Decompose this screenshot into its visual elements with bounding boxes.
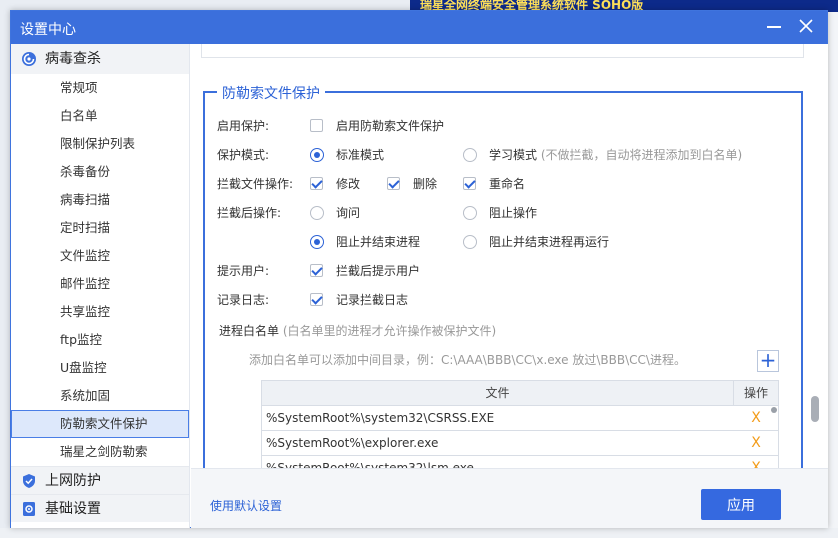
row-path: %SystemRoot%\explorer.exe	[266, 436, 439, 450]
checkbox-box	[463, 177, 476, 190]
table-row[interactable]: %SystemRoot%\system32\lsm.exe X	[261, 456, 779, 468]
whitelist-table: 文件 操作 %SystemRoot%\system32\CSRSS.EXE X …	[261, 380, 779, 468]
mode-learn-note: (不做拦截，自动将进程添加到白名单)	[540, 148, 743, 162]
after-kill-rerun-text: 阻止并结束进程再运行	[489, 235, 610, 249]
scroll-thumb[interactable]	[771, 407, 777, 413]
whitelist-title: 进程白名单 (白名单里的进程才允许操作被保护文件)	[219, 322, 496, 339]
sidebar-item-backup[interactable]: 杀毒备份	[11, 158, 189, 186]
sidebar-item-whitelist[interactable]: 白名单	[11, 102, 189, 130]
background-right-strip	[828, 12, 838, 538]
sidebar-item-usb-monitor[interactable]: U盘监控	[11, 354, 189, 382]
sidebar-item-general[interactable]: 常规项	[11, 74, 189, 102]
col-action-header: 操作	[743, 386, 768, 400]
content-scrollbar-thumb[interactable]	[811, 396, 819, 422]
sidebar-item-rising-sword[interactable]: 瑞星之剑防勒索	[11, 438, 189, 466]
row-path: %SystemRoot%\system32\lsm.exe	[266, 461, 474, 468]
sidebar-item-ftp-monitor[interactable]: ftp监控	[11, 326, 189, 354]
virus-scan-icon	[22, 52, 36, 66]
radio-dot	[310, 206, 324, 220]
background-bottom-strip	[0, 528, 838, 538]
sidebar-group-label: 病毒查杀	[45, 51, 101, 67]
close-icon	[799, 19, 813, 33]
sidebar-group-label: 基础设置	[45, 501, 101, 517]
notify-user-text: 拦截后提示用户	[336, 264, 421, 278]
after-label: 拦截后操作:	[217, 206, 282, 220]
after-kill-text: 阻止并结束进程	[336, 235, 421, 249]
enable-protection-text: 启用防勒索文件保护	[336, 119, 445, 133]
use-default-link[interactable]: 使用默认设置	[210, 497, 282, 514]
dialog-footer: 使用默认设置 应用	[191, 468, 828, 528]
sidebar-item-scheduled-scan[interactable]: 定时扫描	[11, 214, 189, 242]
sidebar-item-share-monitor[interactable]: 共享监控	[11, 298, 189, 326]
whitelist-hint: 添加白名单可以添加中间目录，例：C:\AAA\BBB\CC\x.exe 放过\B…	[249, 353, 686, 367]
checkbox-box	[310, 293, 323, 306]
minimize-icon	[767, 26, 781, 28]
op-rename-text: 重命名	[489, 177, 526, 191]
op-modify-text: 修改	[336, 177, 361, 191]
table-row[interactable]: %SystemRoot%\system32\CSRSS.EXE X	[261, 406, 779, 431]
sidebar-item-restricted-list[interactable]: 限制保护列表	[11, 130, 189, 158]
col-file-header: 文件	[262, 381, 734, 405]
op-delete-text: 删除	[413, 177, 438, 191]
sidebar-group-web[interactable]: 上网防护	[11, 466, 189, 494]
whitelist-title-text: 进程白名单	[219, 324, 280, 338]
add-whitelist-button[interactable]: +	[757, 350, 779, 372]
enable-label: 启用保护:	[217, 119, 270, 133]
settings-content: 防勒索文件保护 启用保护: 启用防勒索文件保护 保护模式: 标准模式 学习模式 …	[191, 44, 828, 468]
sidebar-item-file-monitor[interactable]: 文件监控	[11, 242, 189, 270]
log-text: 记录拦截日志	[336, 293, 409, 307]
notify-label: 提示用户:	[217, 264, 270, 278]
sidebar: 病毒查杀 常规项 白名单 限制保护列表 杀毒备份 病毒扫描 定时扫描 文件监控 …	[11, 44, 190, 528]
intercept-label: 拦截文件操作:	[217, 177, 294, 191]
mode-learn-text: 学习模式 (不做拦截，自动将进程添加到白名单)	[489, 146, 742, 164]
sidebar-group-basic[interactable]: 基础设置	[11, 494, 189, 522]
table-row[interactable]: %SystemRoot%\explorer.exe X	[261, 431, 779, 456]
whitelist-note: (白名单里的进程才允许操作被保护文件)	[282, 324, 497, 338]
settings-doc-icon	[23, 502, 35, 516]
window-title: 设置中心	[20, 22, 76, 38]
checkbox-box	[387, 177, 400, 190]
section-title: 防勒索文件保护	[217, 83, 325, 103]
mode-learn-label: 学习模式	[489, 148, 538, 162]
row-path: %SystemRoot%\system32\CSRSS.EXE	[266, 411, 495, 425]
radio-dot	[310, 148, 324, 162]
radio-dot	[310, 235, 324, 249]
radio-dot	[463, 148, 477, 162]
table-header: 文件 操作	[261, 380, 779, 406]
sidebar-item-virus-scan[interactable]: 病毒扫描	[11, 186, 189, 214]
checkbox-box	[310, 119, 323, 132]
close-button[interactable]	[793, 15, 819, 39]
settings-dialog: 设置中心 病毒查杀 常规项 白名单 限制保护列表 杀毒备份 病毒扫描 定时扫描 …	[10, 10, 828, 528]
checkbox-box	[310, 264, 323, 277]
radio-dot	[463, 206, 477, 220]
apply-button[interactable]: 应用	[701, 489, 781, 520]
log-label: 记录日志:	[217, 293, 270, 307]
sidebar-item-mail-monitor[interactable]: 邮件监控	[11, 270, 189, 298]
sidebar-group-antivirus[interactable]: 病毒查杀	[11, 44, 189, 74]
checkbox-box	[310, 177, 323, 190]
after-block-text: 阻止操作	[489, 206, 538, 220]
sidebar-item-system-hardening[interactable]: 系统加固	[11, 382, 189, 410]
previous-section-edge	[201, 44, 804, 58]
radio-dot	[463, 235, 477, 249]
sidebar-group-label: 上网防护	[45, 473, 101, 489]
minimize-button[interactable]	[761, 15, 787, 39]
shield-icon	[23, 474, 35, 488]
mode-label: 保护模式:	[217, 148, 270, 162]
sidebar-item-ransomware-protection[interactable]: 防勒索文件保护	[11, 410, 189, 438]
table-scrollbar[interactable]	[769, 407, 777, 468]
after-ask-text: 询问	[336, 206, 361, 220]
titlebar: 设置中心	[11, 11, 827, 44]
mode-standard-text: 标准模式	[336, 148, 385, 162]
